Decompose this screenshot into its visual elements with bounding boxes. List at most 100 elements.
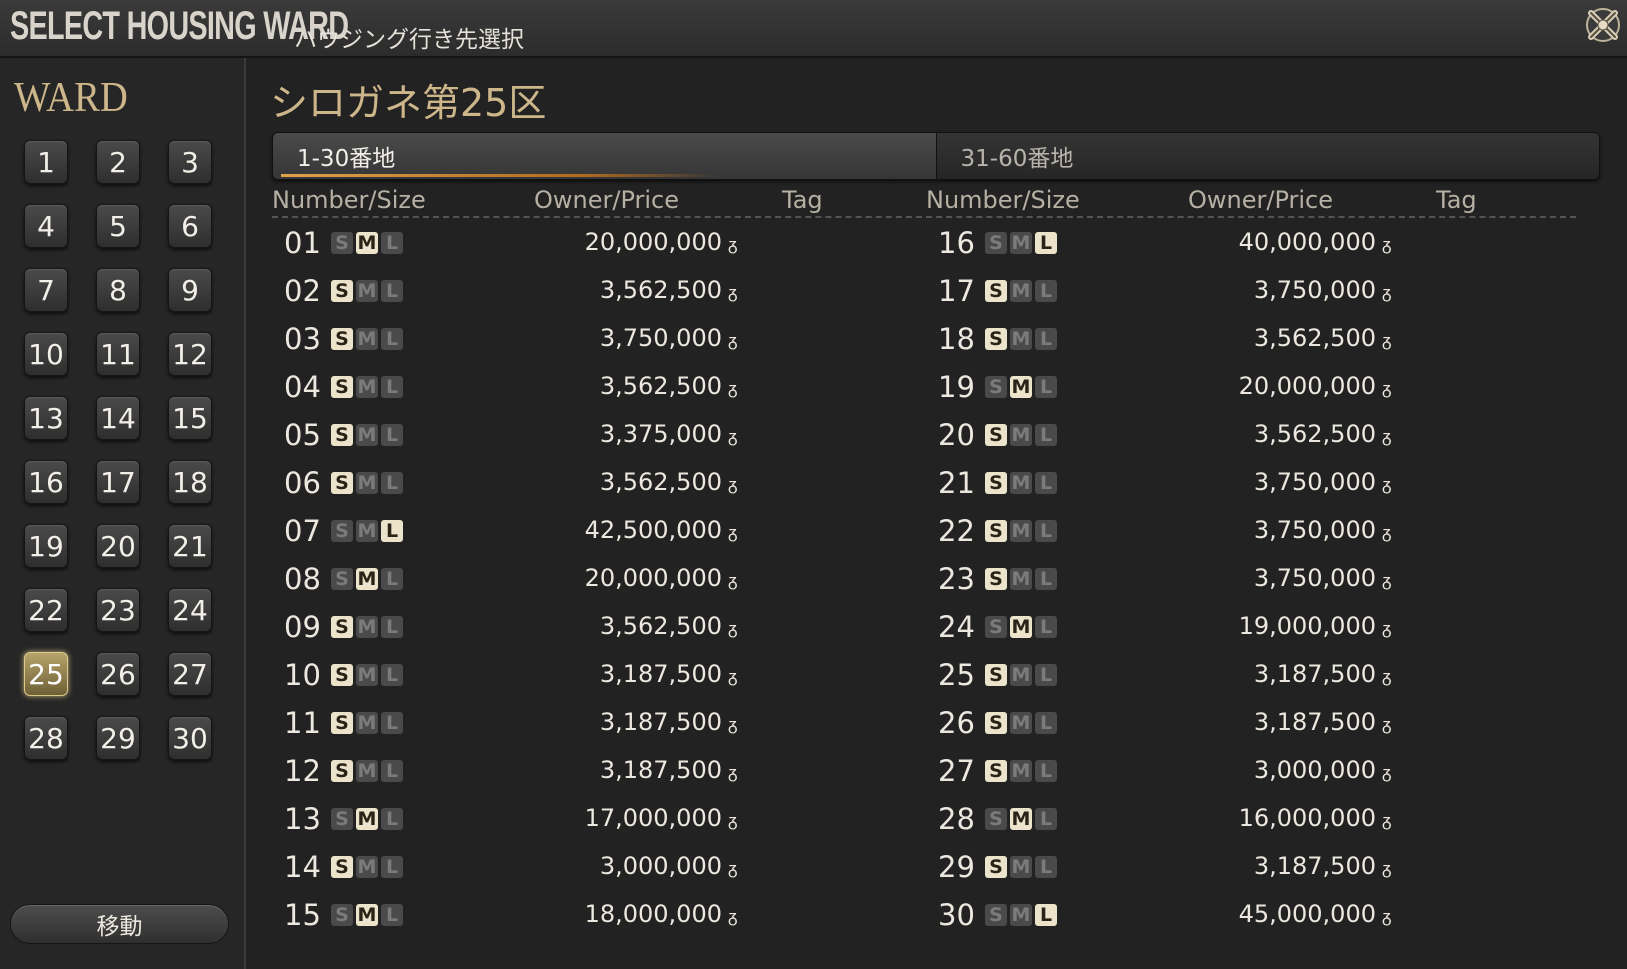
- plot-row[interactable]: 21 S M L 3,750,000 ᵹ: [926, 458, 1576, 506]
- plot-row[interactable]: 14 S M L 3,000,000 ᵹ: [272, 842, 922, 890]
- size-indicator: SML: [331, 760, 403, 782]
- ward-button-14[interactable]: 14: [96, 396, 140, 440]
- ward-button-20[interactable]: 20: [96, 524, 140, 568]
- plot-price: 3,750,000: [599, 324, 722, 352]
- ward-button-15[interactable]: 15: [168, 396, 212, 440]
- ward-button-2[interactable]: 2: [96, 140, 140, 184]
- ward-button-3[interactable]: 3: [168, 140, 212, 184]
- plot-number: 09: [284, 610, 321, 644]
- ward-button-23[interactable]: 23: [96, 588, 140, 632]
- size-indicator: SML: [985, 664, 1057, 686]
- ward-button-6[interactable]: 6: [168, 204, 212, 248]
- plot-row[interactable]: 22 S M L 3,750,000 ᵹ: [926, 506, 1576, 554]
- ward-button-19[interactable]: 19: [24, 524, 68, 568]
- plot-row[interactable]: 12 S M L 3,187,500 ᵹ: [272, 746, 922, 794]
- plot-row[interactable]: 04 S M L 3,562,500 ᵹ: [272, 362, 922, 410]
- plot-row[interactable]: 30 S M L 45,000,000 ᵹ: [926, 890, 1576, 938]
- ward-button-5[interactable]: 5: [96, 204, 140, 248]
- close-x-icon[interactable]: [1583, 5, 1623, 45]
- ward-button-24[interactable]: 24: [168, 588, 212, 632]
- plot-number: 26: [938, 706, 975, 740]
- plot-row[interactable]: 25 S M L 3,187,500 ᵹ: [926, 650, 1576, 698]
- ward-button-9[interactable]: 9: [168, 268, 212, 312]
- plot-row[interactable]: 23 S M L 3,750,000 ᵹ: [926, 554, 1576, 602]
- plot-row[interactable]: 24 S M L 19,000,000 ᵹ: [926, 602, 1576, 650]
- ward-button-13[interactable]: 13: [24, 396, 68, 440]
- plot-price: 3,562,500: [1253, 324, 1376, 352]
- plot-number: 30: [938, 898, 975, 932]
- gil-currency-icon: ᵹ: [728, 331, 738, 351]
- ward-button-1[interactable]: 1: [24, 140, 68, 184]
- size-indicator: SML: [985, 568, 1057, 590]
- plot-row[interactable]: 16 S M L 40,000,000 ᵹ: [926, 218, 1576, 266]
- size-l-badge: L: [381, 904, 403, 926]
- plot-price: 3,187,500: [599, 660, 722, 688]
- ward-button-25[interactable]: 25: [24, 652, 68, 696]
- size-s-badge: S: [985, 760, 1007, 782]
- ward-button-12[interactable]: 12: [168, 332, 212, 376]
- size-m-badge: M: [1010, 808, 1032, 830]
- ward-button-4[interactable]: 4: [24, 204, 68, 248]
- size-l-badge: L: [381, 424, 403, 446]
- plot-price: 3,750,000: [1253, 468, 1376, 496]
- size-s-badge: S: [331, 424, 353, 446]
- ward-button-11[interactable]: 11: [96, 332, 140, 376]
- plot-row[interactable]: 15 S M L 18,000,000 ᵹ: [272, 890, 922, 938]
- plot-row[interactable]: 05 S M L 3,375,000 ᵹ: [272, 410, 922, 458]
- plot-row[interactable]: 19 S M L 20,000,000 ᵹ: [926, 362, 1576, 410]
- plot-row[interactable]: 09 S M L 3,562,500 ᵹ: [272, 602, 922, 650]
- size-m-badge: M: [356, 760, 378, 782]
- plot-row[interactable]: 13 S M L 17,000,000 ᵹ: [272, 794, 922, 842]
- plot-row[interactable]: 28 S M L 16,000,000 ᵹ: [926, 794, 1576, 842]
- size-indicator: SML: [331, 568, 403, 590]
- ward-button-7[interactable]: 7: [24, 268, 68, 312]
- move-button[interactable]: 移動: [10, 904, 229, 944]
- plot-row[interactable]: 10 S M L 3,187,500 ᵹ: [272, 650, 922, 698]
- ward-button-18[interactable]: 18: [168, 460, 212, 504]
- plot-row[interactable]: 06 S M L 3,562,500 ᵹ: [272, 458, 922, 506]
- plot-row[interactable]: 18 S M L 3,562,500 ᵹ: [926, 314, 1576, 362]
- plot-row[interactable]: 27 S M L 3,000,000 ᵹ: [926, 746, 1576, 794]
- plot-number: 27: [938, 754, 975, 788]
- ward-button-22[interactable]: 22: [24, 588, 68, 632]
- size-l-badge: L: [381, 328, 403, 350]
- plot-number: 16: [938, 226, 975, 260]
- ward-button-8[interactable]: 8: [96, 268, 140, 312]
- plot-range-tabs: 1-30番地 31-60番地: [272, 132, 1600, 180]
- size-indicator: SML: [331, 808, 403, 830]
- ward-button-29[interactable]: 29: [96, 716, 140, 760]
- ward-button-16[interactable]: 16: [24, 460, 68, 504]
- plot-price: 45,000,000: [1238, 900, 1376, 928]
- ward-button-17[interactable]: 17: [96, 460, 140, 504]
- plot-row[interactable]: 01 S M L 20,000,000 ᵹ: [272, 218, 922, 266]
- gil-currency-icon: ᵹ: [1382, 811, 1392, 831]
- plot-row[interactable]: 07 S M L 42,500,000 ᵹ: [272, 506, 922, 554]
- plot-row[interactable]: 26 S M L 3,187,500 ᵹ: [926, 698, 1576, 746]
- plot-row[interactable]: 11 S M L 3,187,500 ᵹ: [272, 698, 922, 746]
- size-s-badge: S: [985, 232, 1007, 254]
- size-s-badge: S: [331, 904, 353, 926]
- plot-row[interactable]: 08 S M L 20,000,000 ᵹ: [272, 554, 922, 602]
- size-m-badge: M: [356, 808, 378, 830]
- tab-plots-31-60[interactable]: 31-60番地: [936, 133, 1599, 179]
- plot-row[interactable]: 17 S M L 3,750,000 ᵹ: [926, 266, 1576, 314]
- ward-button-26[interactable]: 26: [96, 652, 140, 696]
- ward-button-28[interactable]: 28: [24, 716, 68, 760]
- size-s-badge: S: [985, 376, 1007, 398]
- plot-row[interactable]: 20 S M L 3,562,500 ᵹ: [926, 410, 1576, 458]
- ward-button-30[interactable]: 30: [168, 716, 212, 760]
- tab-plots-1-30[interactable]: 1-30番地: [273, 133, 937, 179]
- plot-number: 04: [284, 370, 321, 404]
- ward-button-10[interactable]: 10: [24, 332, 68, 376]
- size-l-badge: L: [1035, 376, 1057, 398]
- ward-button-27[interactable]: 27: [168, 652, 212, 696]
- plot-row[interactable]: 29 S M L 3,187,500 ᵹ: [926, 842, 1576, 890]
- size-indicator: SML: [985, 808, 1057, 830]
- plot-row[interactable]: 03 S M L 3,750,000 ᵹ: [272, 314, 922, 362]
- ward-button-21[interactable]: 21: [168, 524, 212, 568]
- size-l-badge: L: [381, 568, 403, 590]
- plot-row[interactable]: 02 S M L 3,562,500 ᵹ: [272, 266, 922, 314]
- size-l-badge: L: [381, 664, 403, 686]
- size-s-badge: S: [331, 520, 353, 542]
- size-s-badge: S: [985, 616, 1007, 638]
